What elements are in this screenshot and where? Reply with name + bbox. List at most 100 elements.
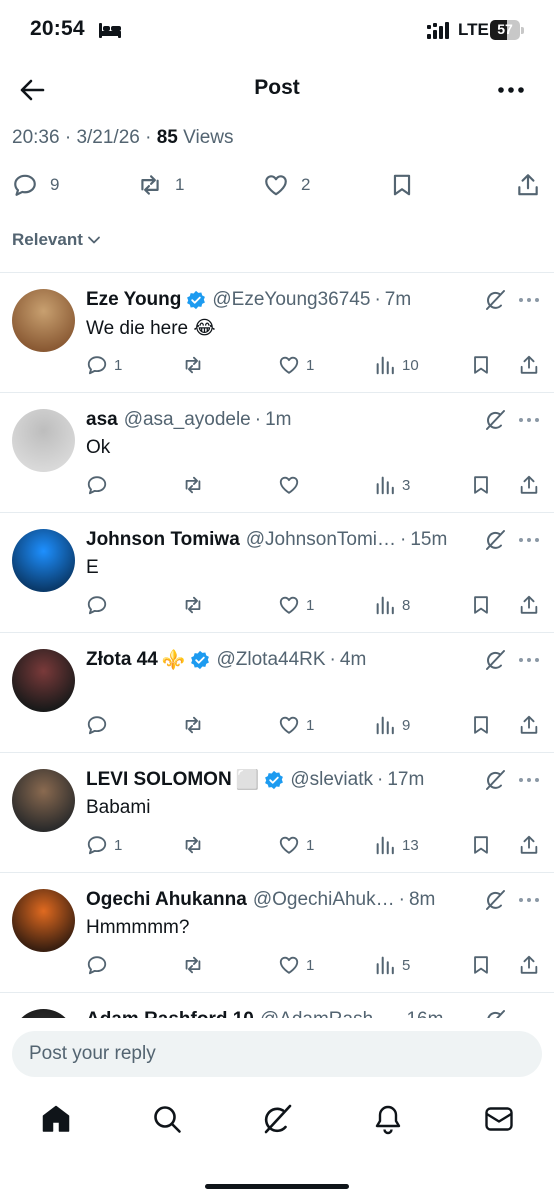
avatar[interactable] xyxy=(12,649,75,712)
bookmark-button[interactable] xyxy=(470,952,492,978)
avatar[interactable] xyxy=(12,1009,75,1018)
reply-button[interactable]: 1 xyxy=(86,832,122,858)
reply-button[interactable] xyxy=(86,712,114,738)
more-options-icon[interactable] xyxy=(517,650,541,670)
repost-button[interactable] xyxy=(182,832,210,858)
share-button[interactable] xyxy=(518,472,540,498)
share-button[interactable] xyxy=(518,352,540,378)
reply-actions: 1 1 13 xyxy=(0,832,554,858)
like-button[interactable]: 1 xyxy=(278,712,314,738)
more-options-icon[interactable] xyxy=(517,410,541,430)
share-button[interactable] xyxy=(518,592,540,618)
grok-icon[interactable] xyxy=(484,1009,506,1018)
repost-button[interactable] xyxy=(182,352,210,378)
bookmark-button[interactable] xyxy=(470,712,492,738)
like-button[interactable]: 1 xyxy=(278,352,314,378)
views-button[interactable]: 5 xyxy=(374,952,410,978)
share-button[interactable] xyxy=(518,712,540,738)
grok-icon[interactable] xyxy=(484,889,506,911)
author-name[interactable]: Johnson Tomiwa xyxy=(86,529,240,551)
reply-item[interactable]: Adam Rashford 10 @AdamRash… · 16m xyxy=(0,993,554,1018)
reply-item[interactable]: LEVI SOLOMON ⬜ @sleviatk · 17m Babami 1 1 13 xyxy=(0,753,554,873)
like-button[interactable]: 1 xyxy=(278,832,314,858)
more-options-icon[interactable] xyxy=(496,76,526,104)
like-button[interactable]: 1 xyxy=(278,952,314,978)
grok-icon[interactable] xyxy=(484,409,506,431)
views-button[interactable]: 8 xyxy=(374,592,410,618)
views-button[interactable]: 3 xyxy=(374,472,410,498)
grok-icon[interactable] xyxy=(484,529,506,551)
reply-button[interactable] xyxy=(86,592,114,618)
more-options-icon[interactable] xyxy=(517,770,541,790)
reply-button[interactable]: 1 xyxy=(86,352,122,378)
avatar[interactable] xyxy=(12,529,75,592)
avatar[interactable] xyxy=(12,889,75,952)
repost-button[interactable] xyxy=(182,952,210,978)
author-handle[interactable]: @Zlota44RK xyxy=(216,649,325,671)
author-handle[interactable]: @AdamRash… xyxy=(260,1009,392,1018)
grok-icon[interactable] xyxy=(484,289,506,311)
bookmark-button[interactable] xyxy=(470,832,492,858)
author-name[interactable]: Adam Rashford 10 xyxy=(86,1009,254,1018)
bookmark-button[interactable] xyxy=(470,592,492,618)
share-button[interactable] xyxy=(515,168,541,202)
author-handle[interactable]: @JohnsonTomi… xyxy=(246,529,396,551)
author-name[interactable]: asa xyxy=(86,409,118,431)
reply-item[interactable]: Złota 44 ⚜️ @Zlota44RK · 4m 1 9 xyxy=(0,633,554,753)
grok-icon[interactable] xyxy=(484,649,506,671)
messages-envelope-icon[interactable] xyxy=(483,1103,515,1135)
more-options-icon[interactable] xyxy=(517,1010,541,1018)
home-icon[interactable] xyxy=(40,1103,72,1135)
like-button[interactable]: 2 xyxy=(263,168,310,202)
more-options-icon[interactable] xyxy=(517,290,541,310)
views-button[interactable]: 9 xyxy=(374,712,410,738)
bookmark-icon xyxy=(474,716,488,734)
share-button[interactable] xyxy=(518,952,540,978)
sort-dropdown[interactable]: Relevant xyxy=(12,230,101,250)
repost-button[interactable]: 1 xyxy=(137,168,184,202)
avatar[interactable] xyxy=(12,289,75,352)
reply-button[interactable]: 9 xyxy=(12,168,59,202)
author-name[interactable]: LEVI SOLOMON xyxy=(86,769,232,791)
reply-item[interactable]: asa @asa_ayodele · 1m Ok 3 xyxy=(0,393,554,513)
reply-button[interactable] xyxy=(86,952,114,978)
reply-item[interactable]: Johnson Tomiwa @JohnsonTomi… · 15m E 1 8 xyxy=(0,513,554,633)
bookmark-button[interactable] xyxy=(389,168,415,202)
bookmark-button[interactable] xyxy=(470,472,492,498)
reply-input[interactable] xyxy=(12,1031,542,1077)
repost-button[interactable] xyxy=(182,592,210,618)
reply-timestamp: 7m xyxy=(384,289,412,310)
author-handle[interactable]: @OgechiAhuk… xyxy=(253,889,395,911)
avatar[interactable] xyxy=(12,769,75,832)
verified-badge-icon xyxy=(265,770,284,790)
cellular-signal-icon xyxy=(427,22,449,39)
repost-button[interactable] xyxy=(182,712,210,738)
grok-icon[interactable] xyxy=(484,769,506,791)
search-icon[interactable] xyxy=(151,1103,183,1135)
reply-item[interactable]: Ogechi Ahukanna @OgechiAhuk… · 8m Hmmmmm? 1 5 xyxy=(0,873,554,993)
author-handle[interactable]: @sleviatk xyxy=(290,769,373,791)
author-name[interactable]: Eze Young xyxy=(86,289,181,311)
reply-item[interactable]: Eze Young @EzeYoung36745 · 7m We die here 😂 1… xyxy=(0,273,554,393)
repost-button[interactable] xyxy=(182,472,210,498)
avatar[interactable] xyxy=(12,409,75,472)
views-button[interactable]: 10 xyxy=(374,352,419,378)
bookmark-button[interactable] xyxy=(470,352,492,378)
grok-icon[interactable] xyxy=(261,1103,293,1135)
like-button[interactable] xyxy=(278,472,306,498)
like-count: 1 xyxy=(306,836,315,854)
more-options-icon[interactable] xyxy=(517,890,541,910)
notifications-bell-icon[interactable] xyxy=(372,1103,404,1135)
author-handle[interactable]: @EzeYoung36745 xyxy=(212,289,370,311)
author-name[interactable]: Złota 44 xyxy=(86,649,158,671)
more-options-icon[interactable] xyxy=(517,530,541,550)
heart-icon xyxy=(265,175,287,196)
author-name[interactable]: Ogechi Ahukanna xyxy=(86,889,247,911)
share-button[interactable] xyxy=(518,832,540,858)
heart-icon xyxy=(279,716,299,734)
repost-icon xyxy=(185,476,201,494)
author-handle[interactable]: @asa_ayodele xyxy=(124,409,251,431)
views-button[interactable]: 13 xyxy=(374,832,419,858)
reply-button[interactable] xyxy=(86,472,114,498)
like-button[interactable]: 1 xyxy=(278,592,314,618)
